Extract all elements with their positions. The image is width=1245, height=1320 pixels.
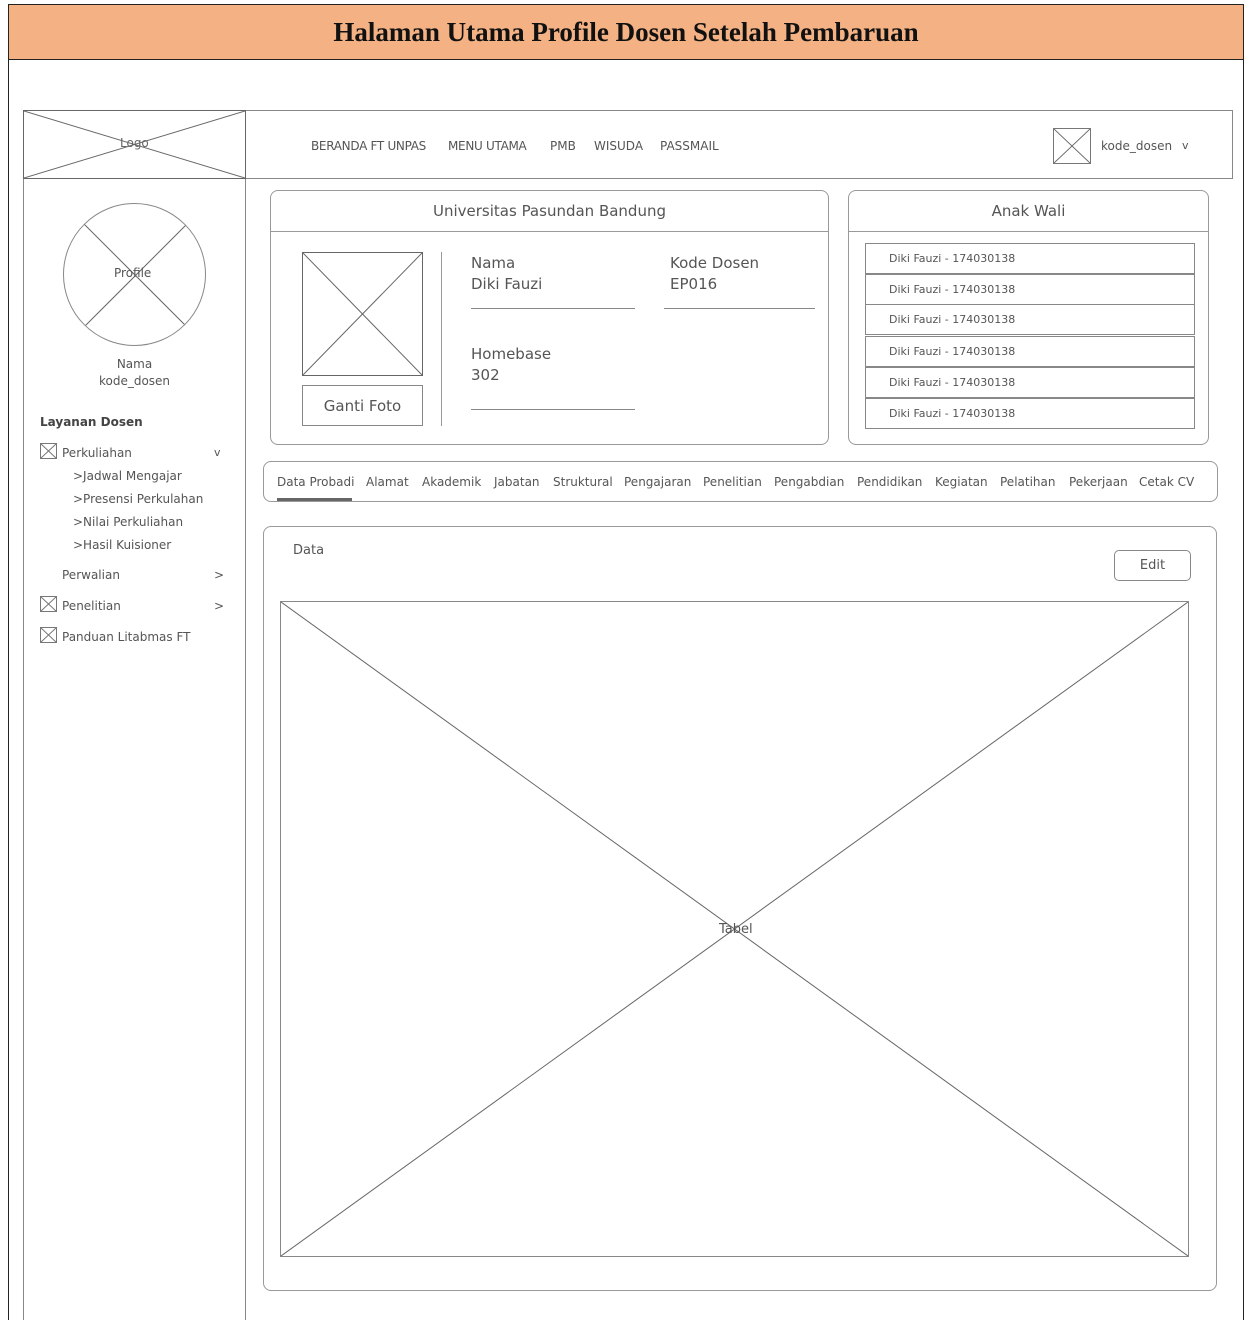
nama-underline bbox=[471, 308, 635, 309]
edit-button[interactable]: Edit bbox=[1114, 550, 1191, 581]
tab-akademik[interactable]: Akademik bbox=[422, 475, 481, 489]
profile-divider bbox=[441, 252, 442, 426]
nama-label: Nama bbox=[471, 254, 516, 272]
penelitian-icon bbox=[40, 596, 57, 612]
wali-list-item[interactable]: Diki Fauzi - 174030138 bbox=[865, 274, 1195, 305]
page-title: Halaman Utama Profile Dosen Setelah Pemb… bbox=[8, 4, 1244, 60]
homebase-label: Homebase bbox=[471, 345, 552, 363]
sidebar-subitem-nilai[interactable]: >Nilai Perkuliahan bbox=[73, 515, 183, 529]
kode-dosen-label: Kode Dosen bbox=[670, 254, 760, 272]
change-photo-button[interactable]: Ganti Foto bbox=[302, 385, 423, 426]
nav-menu-utama[interactable]: MENU UTAMA bbox=[448, 139, 527, 153]
tab-pendidikan[interactable]: Pendidikan bbox=[857, 475, 922, 489]
tab-pengajaran[interactable]: Pengajaran bbox=[624, 475, 691, 489]
wali-list-item[interactable]: Diki Fauzi - 174030138 bbox=[865, 398, 1195, 429]
wali-list-item[interactable]: Diki Fauzi - 174030138 bbox=[865, 304, 1195, 335]
chevron-down-icon[interactable]: v bbox=[1182, 139, 1189, 152]
tab-pekerjaan[interactable]: Pekerjaan bbox=[1069, 475, 1128, 489]
logo-label: Logo bbox=[120, 136, 149, 150]
profile-name: Nama bbox=[116, 357, 153, 371]
wali-list-item[interactable]: Diki Fauzi - 174030138 bbox=[865, 243, 1195, 274]
homebase-underline bbox=[471, 409, 635, 410]
perkuliahan-icon bbox=[40, 443, 57, 459]
nav-wisuda[interactable]: WISUDA bbox=[594, 139, 643, 153]
perwalian-chevron-icon[interactable]: > bbox=[214, 568, 224, 582]
tab-kegiatan[interactable]: Kegiatan bbox=[935, 475, 988, 489]
nav-passmail[interactable]: PASSMAIL bbox=[660, 139, 719, 153]
sidebar-section-title: Layanan Dosen bbox=[40, 415, 143, 429]
nama-value: Diki Fauzi bbox=[471, 275, 543, 293]
active-tab-indicator bbox=[277, 498, 352, 501]
sidebar-subitem-jadwal[interactable]: >Jadwal Mengajar bbox=[73, 469, 182, 483]
wali-list-item[interactable]: Diki Fauzi - 174030138 bbox=[865, 367, 1195, 398]
profile-code: kode_dosen bbox=[98, 374, 171, 388]
sidebar-item-perkuliahan[interactable]: Perkuliahan bbox=[62, 446, 132, 460]
wali-card-title: Anak Wali bbox=[849, 191, 1208, 232]
tab-penelitian[interactable]: Penelitian bbox=[703, 475, 762, 489]
tab-jabatan[interactable]: Jabatan bbox=[494, 475, 540, 489]
tab-pengabdian[interactable]: Pengabdian bbox=[774, 475, 844, 489]
tab-alamat[interactable]: Alamat bbox=[366, 475, 409, 489]
homebase-value: 302 bbox=[471, 366, 500, 384]
sidebar-subitem-presensi[interactable]: >Presensi Perkulahan bbox=[73, 492, 203, 506]
lecturer-photo bbox=[302, 252, 423, 376]
wali-list-item[interactable]: Diki Fauzi - 174030138 bbox=[865, 336, 1195, 367]
tab-struktural[interactable]: Struktural bbox=[553, 475, 613, 489]
profile-avatar-label: Profile bbox=[114, 266, 152, 280]
photo-placeholder-icon bbox=[303, 253, 422, 375]
sidebar-item-penelitian[interactable]: Penelitian bbox=[62, 599, 121, 613]
panduan-icon bbox=[40, 627, 57, 643]
penelitian-chevron-icon[interactable]: > bbox=[214, 599, 224, 613]
nav-pmb[interactable]: PMB bbox=[550, 139, 576, 153]
nav-beranda[interactable]: BERANDA FT UNPAS bbox=[311, 139, 426, 153]
tab-cetak-cv[interactable]: Cetak CV bbox=[1139, 475, 1194, 489]
data-panel-title: Data bbox=[293, 543, 325, 558]
kode-underline bbox=[664, 308, 815, 309]
tab-pelatihan[interactable]: Pelatihan bbox=[1000, 475, 1055, 489]
profile-card-title: Universitas Pasundan Bandung bbox=[271, 191, 828, 232]
user-menu-label[interactable]: kode_dosen bbox=[1101, 139, 1172, 153]
user-avatar[interactable] bbox=[1053, 128, 1091, 164]
kode-dosen-value: EP016 bbox=[670, 275, 718, 293]
data-table-placeholder: Tabel bbox=[280, 601, 1189, 1257]
tab-data-probadi[interactable]: Data Probadi bbox=[277, 475, 354, 489]
sidebar-subitem-kuisioner[interactable]: >Hasil Kuisioner bbox=[73, 538, 171, 552]
logo-placeholder[interactable]: Logo bbox=[23, 110, 246, 179]
sidebar bbox=[23, 179, 246, 1320]
sidebar-item-panduan[interactable]: Panduan Litabmas FT bbox=[62, 630, 190, 644]
table-placeholder-label: Tabel bbox=[719, 922, 753, 937]
avatar-placeholder-icon bbox=[1054, 129, 1090, 163]
sidebar-item-perwalian[interactable]: Perwalian bbox=[62, 568, 120, 582]
profile-avatar[interactable]: Profile bbox=[63, 203, 206, 346]
perkuliahan-chevron-icon[interactable]: v bbox=[214, 446, 221, 459]
